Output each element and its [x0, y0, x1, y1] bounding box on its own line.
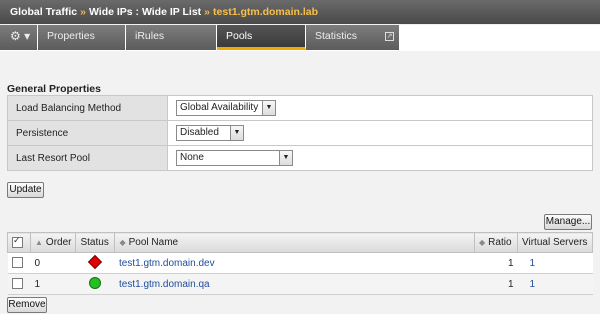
chevron-down-icon: ▼ — [279, 151, 292, 165]
pool-name-link[interactable]: test1.gtm.domain.qa — [119, 279, 210, 290]
status-up-icon — [89, 276, 102, 289]
last-resort-select[interactable]: None ▼ — [176, 150, 293, 166]
row-order: 1 — [30, 273, 76, 295]
status-column-header[interactable]: Status — [75, 232, 116, 253]
tab-statistics-label: Statistics — [315, 30, 358, 42]
row-order: 0 — [30, 252, 76, 274]
last-resort-label: Last Resort Pool — [7, 145, 168, 171]
tab-properties[interactable]: Properties — [38, 25, 126, 50]
row-ratio: 1 — [474, 252, 518, 274]
persistence-row: Persistence Disabled ▼ — [7, 120, 593, 146]
lb-method-select[interactable]: Global Availability ▼ — [176, 100, 276, 116]
remove-button[interactable]: Remove — [7, 297, 47, 313]
last-resort-value: None — [180, 152, 204, 163]
tab-pools[interactable]: Pools — [217, 25, 306, 50]
tab-statistics[interactable]: Statistics ↗ — [306, 25, 400, 50]
update-button[interactable]: Update — [7, 182, 44, 198]
sort-ascending-icon: ▲ — [35, 238, 43, 247]
lb-method-row: Load Balancing Method Global Availabilit… — [7, 95, 593, 121]
persistence-value: Disabled — [180, 127, 219, 138]
sort-icon: ◆ — [119, 238, 126, 247]
pool-name-header-label: Pool Name — [128, 237, 179, 248]
breadcrumb-separator: » — [204, 6, 211, 18]
pools-table-header: ▲Order Status ◆Pool Name ◆Ratio Virtual … — [7, 232, 593, 253]
pool-name-link[interactable]: test1.gtm.domain.dev — [119, 258, 215, 269]
ratio-header-label: Ratio — [488, 237, 512, 248]
tab-irules-label: iRules — [135, 30, 165, 42]
gear-icon: ⚙ ▾ — [10, 29, 31, 43]
breadcrumb: Global Traffic» Wide IPs : Wide IP List» t… — [0, 0, 600, 24]
virtual-servers-column-header[interactable]: Virtual Servers — [517, 232, 593, 253]
persistence-label: Persistence — [7, 120, 168, 146]
general-properties-table: Load Balancing Method Global Availabilit… — [7, 95, 593, 171]
general-properties-title: General Properties — [7, 83, 101, 95]
breadcrumb-separator: » — [80, 6, 86, 18]
gear-menu-tab[interactable]: ⚙ ▾ — [0, 25, 38, 50]
chevron-down-icon: ▼ — [230, 126, 243, 140]
tab-irules[interactable]: iRules — [126, 25, 217, 50]
last-resort-row: Last Resort Pool None ▼ — [7, 145, 593, 171]
sort-icon: ◆ — [479, 238, 486, 247]
tab-properties-label: Properties — [47, 30, 95, 42]
pool-name-column-header[interactable]: ◆ Pool Name — [114, 232, 475, 253]
breadcrumb-current: test1.gtm.domain.lab — [213, 6, 319, 18]
status-down-icon — [88, 254, 103, 269]
chevron-down-icon: ▼ — [262, 101, 275, 115]
virtual-servers-link[interactable]: 1 — [530, 258, 536, 269]
status-header-label: Status — [80, 237, 109, 248]
persistence-select[interactable]: Disabled ▼ — [176, 125, 244, 141]
virtual-servers-header-label: Virtual Servers — [522, 237, 588, 248]
table-row: 0 test1.gtm.domain.dev 1 1 — [7, 252, 593, 274]
lb-method-value: Global Availability — [180, 102, 259, 113]
manage-button[interactable]: Manage... — [544, 214, 592, 230]
order-column-header[interactable]: ▲ Order — [29, 232, 77, 253]
table-row: 1 test1.gtm.domain.qa 1 1 — [7, 273, 593, 295]
order-header-label: Order — [45, 237, 72, 248]
external-link-icon[interactable]: ↗ — [385, 32, 394, 41]
breadcrumb-wide-ip-list[interactable]: Wide IPs : Wide IP List — [89, 6, 201, 18]
pools-table: ▲Order Status ◆Pool Name ◆Ratio Virtual … — [7, 232, 593, 295]
select-all-checkbox[interactable] — [12, 235, 23, 248]
lb-method-label: Load Balancing Method — [7, 95, 168, 121]
virtual-servers-link[interactable]: 1 — [530, 279, 536, 290]
row-ratio: 1 — [474, 273, 518, 295]
row-checkbox[interactable] — [11, 278, 23, 290]
tab-pools-label: Pools — [226, 30, 253, 42]
tab-bar: ⚙ ▾ Properties iRules Pools Statistics ↗ — [0, 25, 600, 51]
select-all-header — [7, 232, 31, 253]
ratio-column-header[interactable]: ◆ Ratio — [474, 232, 518, 253]
breadcrumb-global-traffic[interactable]: Global Traffic — [10, 6, 77, 18]
row-checkbox[interactable] — [11, 257, 23, 269]
